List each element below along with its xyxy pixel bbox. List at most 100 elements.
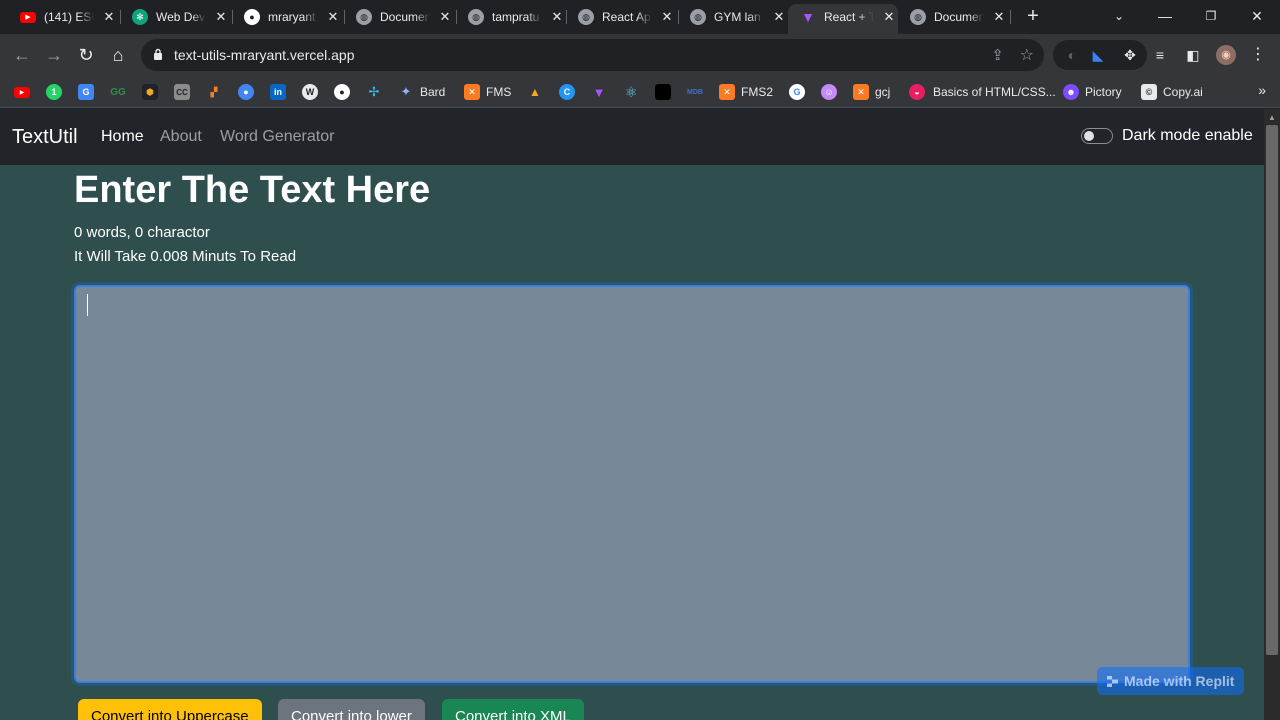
bookmark-black-square[interactable] (655, 82, 671, 102)
bookmark-github[interactable]: ● (334, 82, 350, 102)
close-tab-icon[interactable]: ✕ (326, 9, 340, 25)
tab-github[interactable]: ● mraryant ✕ (244, 6, 340, 28)
bookmark-whatsapp[interactable]: 1 (46, 82, 62, 102)
tab-title: React Ap (602, 10, 651, 24)
bookmark-vite[interactable]: ▼ (591, 82, 607, 102)
bookmark-hackerrank[interactable]: ⬢ (142, 82, 158, 102)
forward-arrow-icon[interactable]: → (42, 43, 66, 67)
close-tab-icon[interactable]: ✕ (772, 9, 786, 25)
bookmark-pictory[interactable]: ☻ Pictory (1063, 82, 1122, 102)
orange-squares-icon: ▞ (210, 86, 218, 97)
bookmark-mdb[interactable]: MDB (687, 82, 703, 102)
bookmark-chrome-badge[interactable]: ● (238, 82, 254, 102)
brand-logo[interactable]: TextUtil (12, 126, 78, 149)
globe-icon: ◍ (356, 9, 372, 25)
profile-avatar-icon[interactable]: ◉ (1216, 45, 1236, 65)
close-window-icon[interactable]: ✕ (1242, 4, 1272, 28)
bookmark-fms[interactable]: ✕ FMS (464, 82, 511, 102)
convert-xml-button[interactable]: Convert into XML (442, 699, 584, 720)
bookmark-cc[interactable]: CC (174, 82, 190, 102)
bookmark-flutter[interactable]: ▲ (527, 82, 543, 102)
dark-mode-label[interactable]: Dark mode enable (1122, 127, 1253, 145)
chrome-badge-icon: ● (238, 84, 254, 100)
close-tab-icon[interactable]: ✕ (102, 9, 116, 25)
home-icon[interactable]: ⌂ (106, 43, 130, 67)
back-arrow-icon[interactable]: ← (10, 43, 34, 67)
close-tab-icon[interactable]: ✕ (214, 9, 228, 25)
reload-icon[interactable]: ↻ (74, 43, 98, 67)
close-tab-icon[interactable]: ✕ (438, 9, 452, 25)
bookmark-c[interactable]: C (559, 82, 575, 102)
bookmark-react[interactable]: ⚛ (623, 82, 639, 102)
page-content: TextUtil Home About Word Generator Dark … (0, 109, 1264, 720)
tab-title: (141) ES6 (44, 10, 94, 24)
restore-icon[interactable]: ❐ (1196, 4, 1226, 28)
tab-chatgpt[interactable]: ✻ Web Dev ✕ (132, 6, 228, 28)
page-scrollbar[interactable]: ▲ (1264, 109, 1280, 720)
tab-title: GYM lan (714, 10, 761, 24)
convert-lowercase-button[interactable]: Convert into lower (278, 699, 425, 720)
more-bookmarks-chevron-icon[interactable]: » (1258, 82, 1266, 98)
tab-tampratu[interactable]: ◍ tampratu ✕ (468, 6, 564, 28)
close-tab-icon[interactable]: ✕ (660, 9, 674, 25)
moon-extension-icon[interactable]: ◐ (1062, 45, 1082, 65)
tab-document-1[interactable]: ◍ Document ✕ (356, 6, 452, 28)
close-tab-icon[interactable]: ✕ (550, 9, 564, 25)
new-tab-plus-icon[interactable]: + (1022, 6, 1044, 28)
blue-extension-icon[interactable]: ◣ (1088, 45, 1108, 65)
tab-separator (678, 10, 679, 24)
bookmark-google-translate[interactable]: G (78, 82, 94, 102)
share-icon[interactable]: ⇪ (991, 46, 1004, 64)
pictory-icon: ☻ (1063, 84, 1079, 100)
bookmark-star-icon[interactable]: ☆ (1020, 45, 1034, 65)
kebab-menu-icon[interactable]: ⋮ (1248, 45, 1268, 65)
bookmark-label: Bard (420, 85, 446, 99)
close-tab-icon[interactable]: ✕ (992, 9, 1006, 25)
github-icon: ● (334, 84, 350, 100)
nav-word-generator[interactable]: Word Generator (220, 128, 334, 146)
bookmark-bard[interactable]: ✦ Bard (398, 82, 446, 102)
bookmark-youtube[interactable]: ▶ (14, 82, 30, 102)
bookmarks-bar: ▶ 1 G GG ⬢ CC ▞ ● in W ● ✢ ✦ Bard ✕ FMS ▲ … (0, 76, 1280, 108)
bookmark-orange[interactable]: ▞ (206, 82, 222, 102)
bookmark-fms2[interactable]: ✕ FMS2 (719, 82, 773, 102)
bookmark-copyai[interactable]: © Copy.ai (1141, 82, 1203, 102)
google-translate-icon: G (78, 84, 94, 100)
tab-search-chevron-icon[interactable]: ⌄ (1104, 4, 1134, 28)
bookmark-html-css[interactable]: ◒ Basics of HTML/CSS... (909, 82, 1056, 102)
bookmark-google[interactable]: G (789, 82, 805, 102)
app-navbar: TextUtil Home About Word Generator Dark … (0, 109, 1264, 165)
nav-home[interactable]: Home (101, 128, 144, 146)
reading-list-icon[interactable]: ≡ (1150, 45, 1170, 65)
globe-icon: ◍ (910, 9, 926, 25)
bookmark-avatar[interactable]: ☺ (821, 82, 837, 102)
dark-mode-toggle[interactable] (1081, 128, 1113, 144)
bookmark-webflow[interactable]: W (302, 82, 318, 102)
bookmark-linkedin[interactable]: in (270, 82, 286, 102)
text-input-area[interactable] (74, 285, 1190, 683)
xampp-icon: ✕ (853, 84, 869, 100)
vite-icon: ▼ (801, 9, 815, 25)
tab-react-app[interactable]: ◍ React Ap ✕ (578, 6, 674, 28)
convert-uppercase-button[interactable]: Convert into Uppercase (78, 699, 262, 720)
tab-youtube[interactable]: ▶ (141) ES6 ✕ (20, 6, 116, 28)
bookmark-slack[interactable]: ✢ (366, 82, 382, 102)
tab-react-ts-active[interactable]: ▼ React + T ✕ (800, 6, 896, 28)
puzzle-extensions-icon[interactable]: ✥ (1120, 45, 1140, 65)
close-tab-icon[interactable]: ✕ (882, 9, 896, 25)
toggle-knob (1084, 131, 1094, 141)
bookmark-geeksforgeeks[interactable]: GG (110, 82, 126, 102)
text-caret (87, 294, 88, 316)
address-bar[interactable]: text-utils-mraryant.vercel.app ⇪ ☆ (141, 39, 1044, 71)
scroll-up-arrow-icon[interactable]: ▲ (1268, 113, 1276, 122)
made-with-replit-badge[interactable]: Made with Replit (1097, 667, 1244, 695)
scrollbar-thumb[interactable] (1266, 125, 1278, 655)
minimize-icon[interactable]: — (1150, 4, 1180, 28)
vite-icon: ▼ (592, 84, 606, 100)
side-panel-icon[interactable]: ◧ (1183, 45, 1203, 65)
bookmark-gcj[interactable]: ✕ gcj (853, 82, 890, 102)
tab-strip: ▶ (141) ES6 ✕ ✻ Web Dev ✕ ● mraryant ✕ ◍… (0, 0, 1280, 34)
tab-gym[interactable]: ◍ GYM lan ✕ (690, 6, 786, 28)
tab-document-2[interactable]: ◍ Document ✕ (910, 6, 1006, 28)
nav-about[interactable]: About (160, 128, 202, 146)
